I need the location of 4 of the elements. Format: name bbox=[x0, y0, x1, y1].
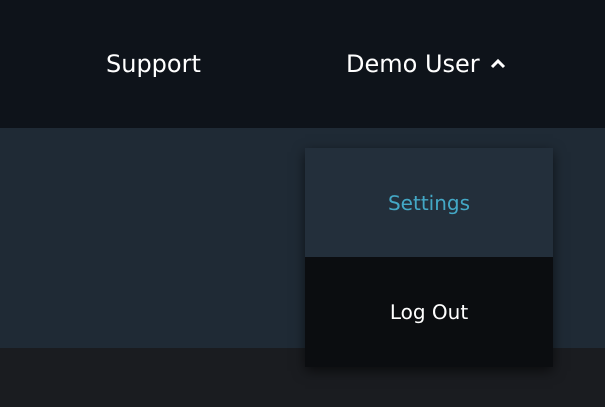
menu-item[interactable]: Settings bbox=[305, 148, 553, 257]
user-menu-button[interactable]: Demo User bbox=[346, 50, 506, 78]
support-link[interactable]: Support bbox=[106, 50, 346, 78]
menu-item[interactable]: Log Out bbox=[305, 257, 553, 367]
